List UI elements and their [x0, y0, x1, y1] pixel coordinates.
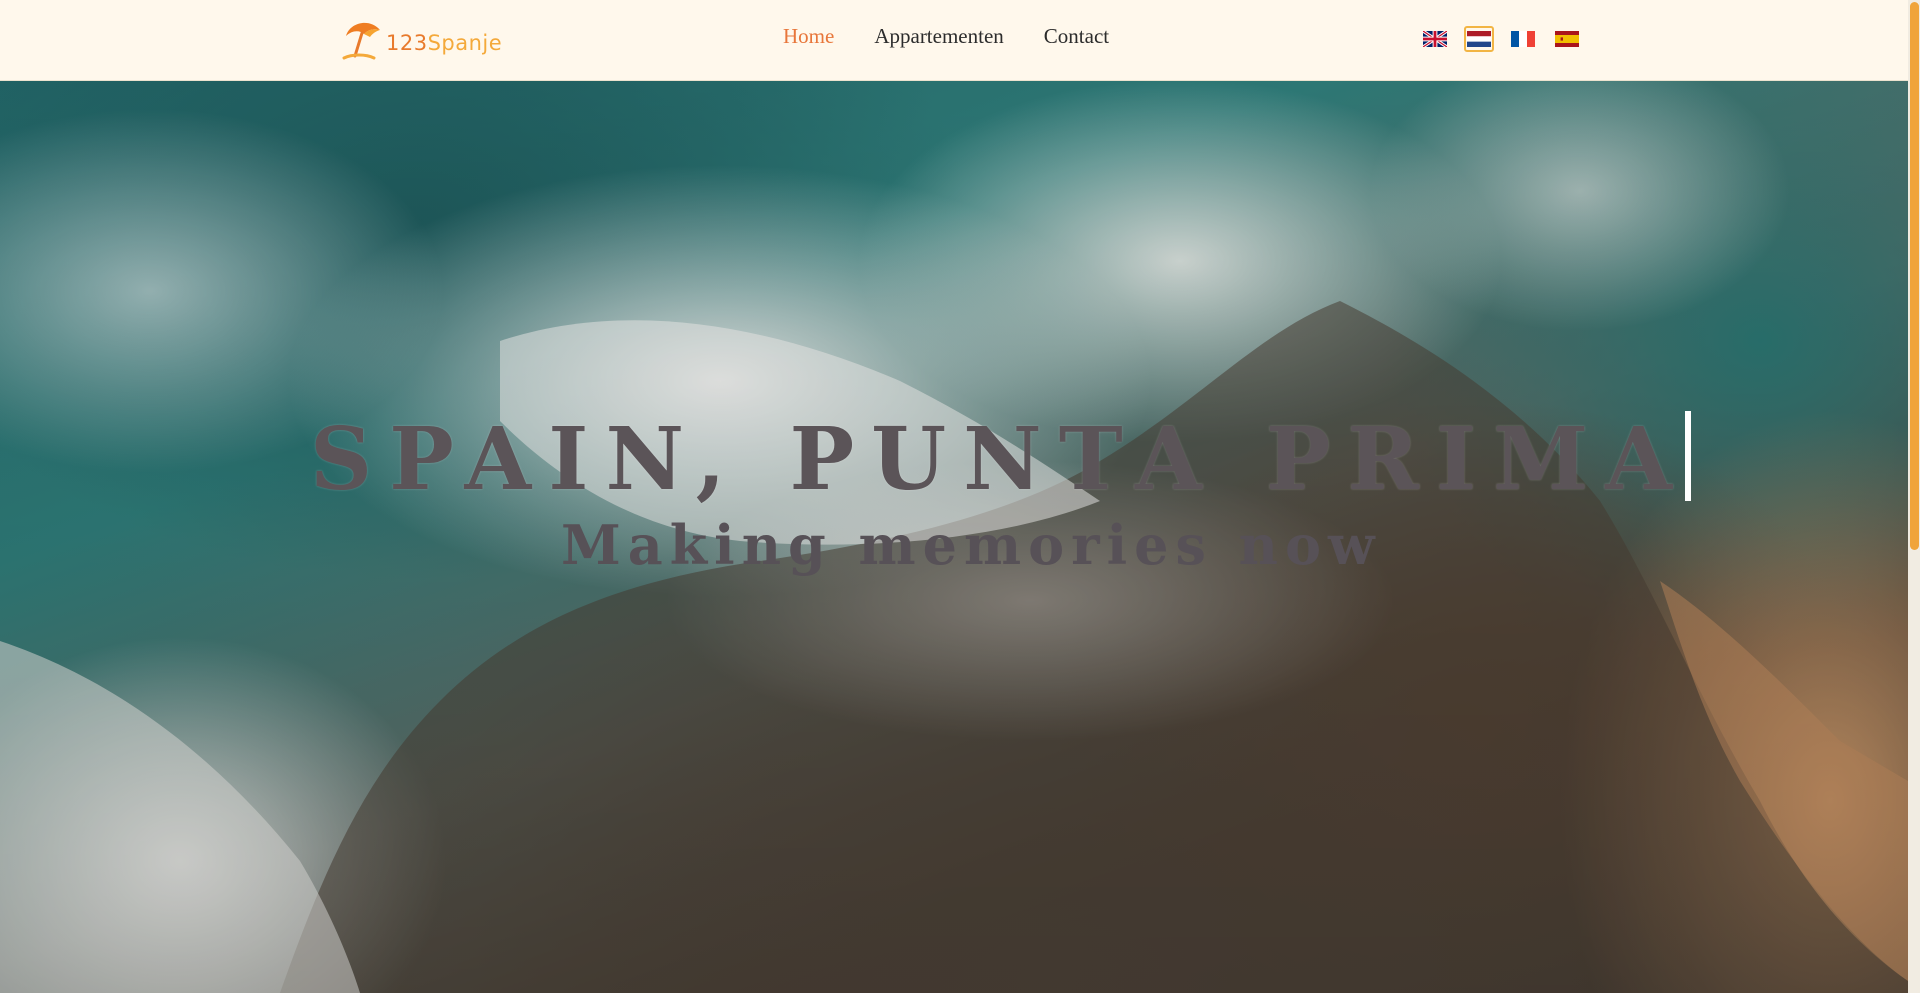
site-logo[interactable]: 123Spanje	[340, 16, 502, 62]
language-es[interactable]	[1552, 26, 1582, 52]
hero-title-text: SPAIN, PUNTA PRIMA	[310, 409, 1689, 510]
logo-word: Spanje	[427, 31, 503, 55]
beach-umbrella-icon	[342, 22, 380, 60]
nav-contact[interactable]: Contact	[1044, 24, 1109, 49]
language-en[interactable]	[1420, 26, 1450, 52]
nav-home[interactable]: Home	[783, 24, 834, 49]
nav-appartementen[interactable]: Appartementen	[874, 24, 1003, 49]
france-flag-icon	[1511, 31, 1535, 47]
logo-number: 123	[386, 31, 428, 55]
language-fr[interactable]	[1508, 26, 1538, 52]
site-header: 123Spanje Home Appartementen Contact	[0, 0, 1908, 81]
language-switcher	[1420, 26, 1582, 52]
logo-text: 123Spanje	[386, 31, 502, 55]
hero-title: SPAIN, PUNTA PRIMA	[310, 411, 1691, 503]
page-scrollbar[interactable]	[1908, 0, 1920, 993]
hero-subtitle: Making memories now	[561, 513, 1382, 577]
hero-banner: SPAIN, PUNTA PRIMA Making memories now	[0, 81, 1908, 993]
spain-flag-icon	[1555, 31, 1579, 47]
main-nav: Home Appartementen Contact	[783, 24, 1109, 49]
netherlands-flag-icon	[1467, 31, 1491, 47]
language-nl[interactable]	[1464, 26, 1494, 52]
scrollbar-thumb[interactable]	[1910, 2, 1919, 550]
uk-flag-icon	[1423, 31, 1447, 47]
typing-cursor	[1684, 411, 1691, 501]
